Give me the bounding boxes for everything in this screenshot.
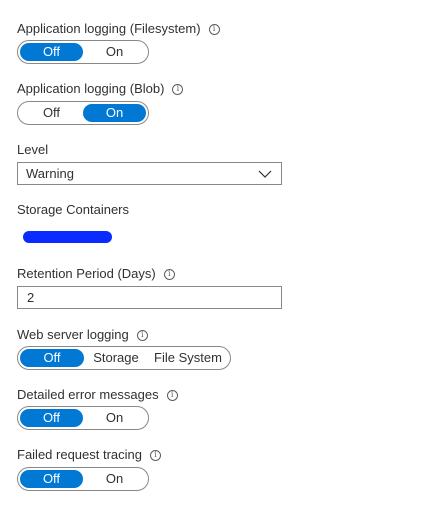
level-label-row: Level xyxy=(17,142,48,158)
detailed-errors-toggle[interactable]: Off On xyxy=(17,406,149,430)
storage-containers-label: Storage Containers xyxy=(17,202,130,217)
failed-request-tracing-label: Failed request tracing xyxy=(17,447,143,462)
detailed-errors-label-row: Detailed error messages i xyxy=(17,387,178,403)
app-logging-fs-label: Application logging (Filesystem) xyxy=(17,21,201,36)
failed-request-tracing-label-row: Failed request tracing i xyxy=(17,447,162,463)
failed-request-tracing-toggle[interactable]: Off On xyxy=(17,467,149,491)
app-logging-fs-toggle[interactable]: Off On xyxy=(17,40,149,64)
detailed-errors-off-option[interactable]: Off xyxy=(20,409,83,427)
app-logging-blob-on-option[interactable]: On xyxy=(83,104,146,122)
web-server-logging-off-option[interactable]: Off xyxy=(20,349,84,367)
info-icon[interactable]: i xyxy=(136,329,148,341)
failed-request-tracing-on-option[interactable]: On xyxy=(83,470,146,488)
info-icon[interactable]: i xyxy=(150,449,162,461)
storage-containers-label-row: Storage Containers xyxy=(17,202,129,218)
detailed-errors-on-option[interactable]: On xyxy=(83,409,146,427)
retention-days-value: 2 xyxy=(27,290,35,305)
web-server-logging-storage-option[interactable]: Storage xyxy=(84,349,148,367)
app-logging-fs-on-option[interactable]: On xyxy=(83,43,146,61)
level-dropdown[interactable]: Warning xyxy=(17,162,282,185)
detailed-errors-label: Detailed error messages xyxy=(17,387,159,402)
retention-label-row: Retention Period (Days) i xyxy=(17,266,175,282)
info-icon[interactable]: i xyxy=(172,83,184,95)
web-server-logging-toggle[interactable]: Off Storage File System xyxy=(17,346,231,370)
web-server-logging-label-row: Web server logging i xyxy=(17,327,148,343)
app-logging-blob-label: Application logging (Blob) xyxy=(17,81,165,96)
chevron-down-icon xyxy=(258,166,272,187)
app-logging-blob-label-row: Application logging (Blob) i xyxy=(17,81,184,97)
info-icon[interactable]: i xyxy=(166,389,178,401)
web-server-logging-filesystem-option[interactable]: File System xyxy=(148,349,228,367)
app-logging-blob-off-option[interactable]: Off xyxy=(20,104,83,122)
failed-request-tracing-off-option[interactable]: Off xyxy=(20,470,83,488)
app-logging-fs-label-row: Application logging (Filesystem) i xyxy=(17,21,220,37)
level-selected-value: Warning xyxy=(26,166,74,181)
info-icon[interactable]: i xyxy=(163,268,175,280)
info-icon[interactable]: i xyxy=(208,23,220,35)
retention-label: Retention Period (Days) xyxy=(17,266,156,281)
app-logging-blob-toggle[interactable]: Off On xyxy=(17,101,149,125)
retention-days-input[interactable]: 2 xyxy=(17,286,282,309)
level-label: Level xyxy=(17,142,49,157)
redacted-storage-container-link[interactable] xyxy=(23,231,112,243)
app-logging-fs-off-option[interactable]: Off xyxy=(20,43,83,61)
web-server-logging-label: Web server logging xyxy=(17,327,129,342)
